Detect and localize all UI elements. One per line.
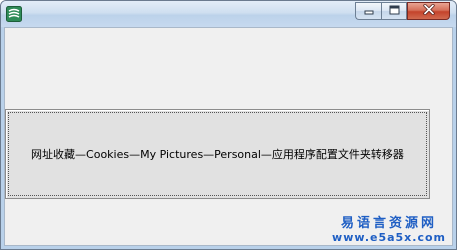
watermark-url: www.e5a5x.com: [332, 231, 446, 245]
title-bar[interactable]: [1, 1, 456, 27]
maximize-button[interactable]: [381, 2, 407, 20]
client-area: 网址收藏—Cookies—My Pictures—Personal—应用程序配置…: [4, 27, 453, 246]
close-button[interactable]: [407, 2, 450, 20]
window-controls: [355, 2, 450, 21]
close-icon: [422, 2, 435, 20]
minimize-icon: [364, 2, 374, 20]
app-icon[interactable]: [6, 6, 22, 22]
watermark-site-name: 易语言资源网: [341, 216, 438, 232]
minimize-button[interactable]: [355, 2, 381, 20]
folder-transfer-button-label: 网址收藏—Cookies—My Pictures—Personal—应用程序配置…: [31, 148, 404, 161]
watermark: 易语言资源网 www.e5a5x.com: [332, 216, 446, 245]
app-window: 网址收藏—Cookies—My Pictures—Personal—应用程序配置…: [0, 0, 457, 250]
maximize-icon: [389, 2, 400, 20]
folder-transfer-button[interactable]: 网址收藏—Cookies—My Pictures—Personal—应用程序配置…: [5, 109, 430, 199]
